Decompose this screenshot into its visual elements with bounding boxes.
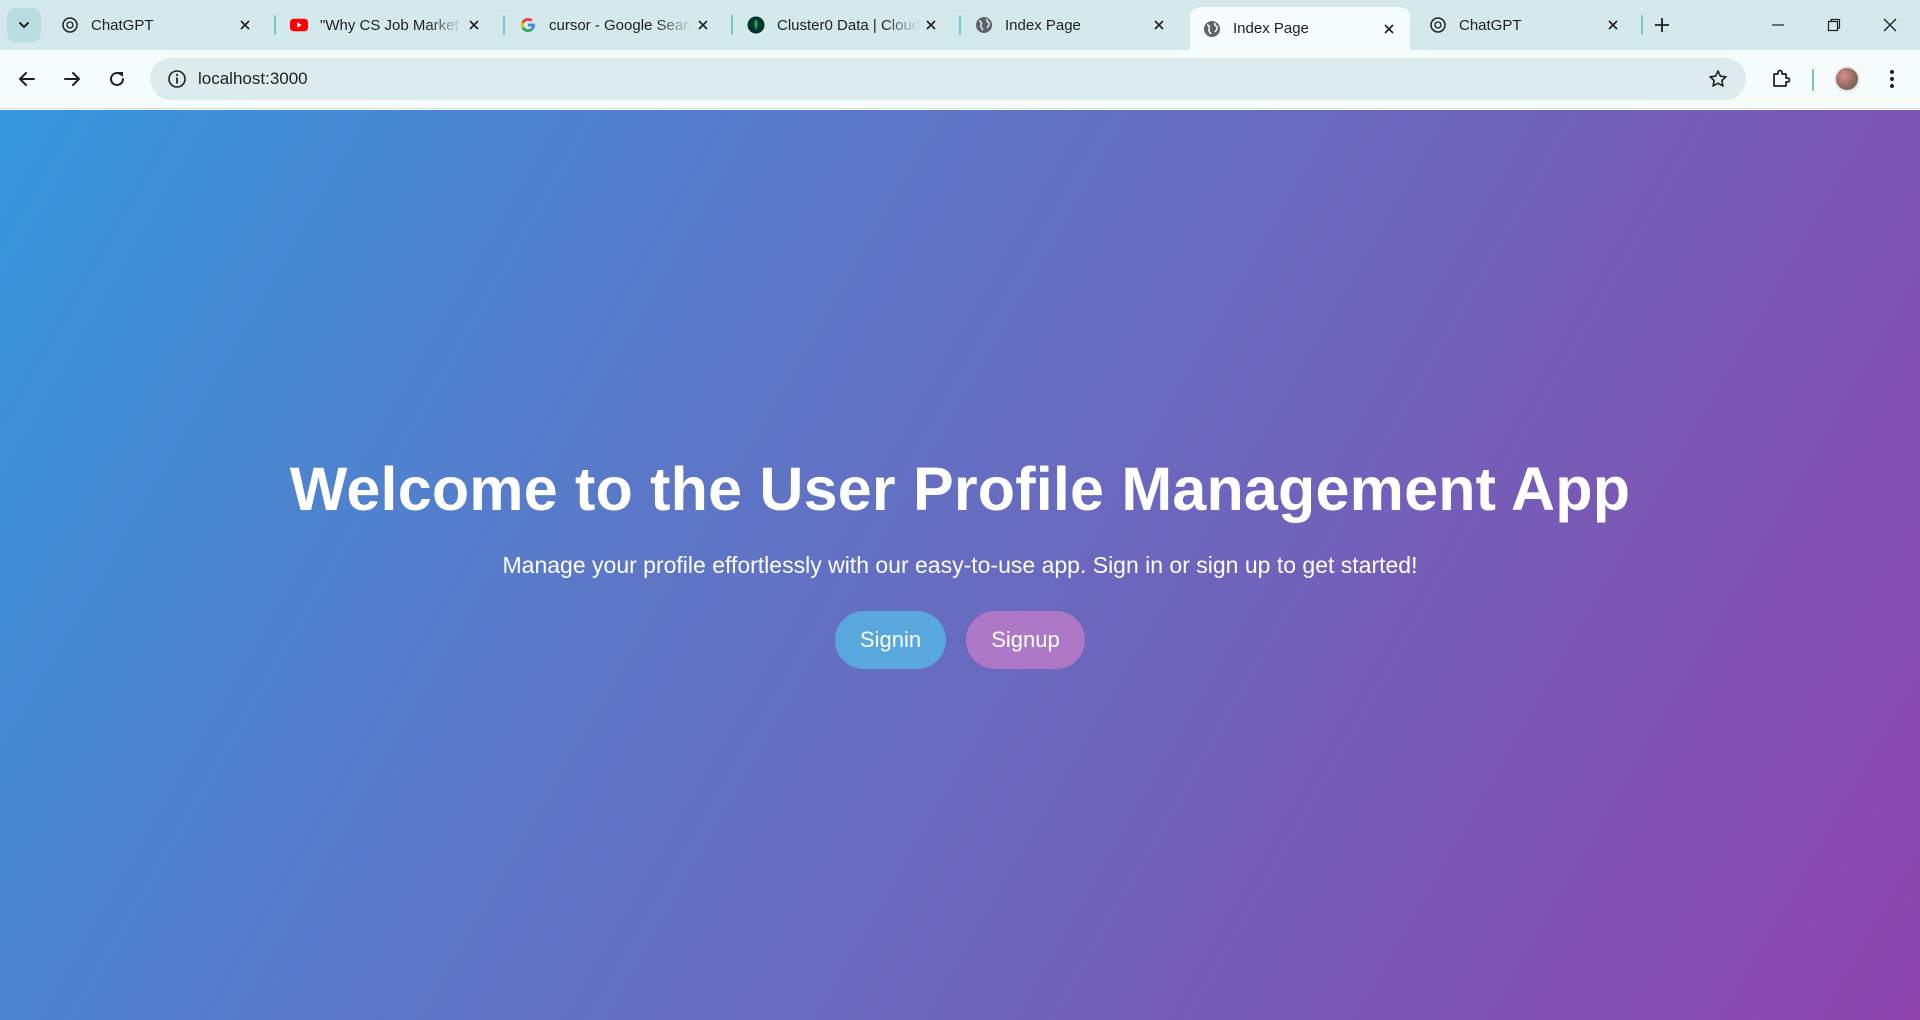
close-icon[interactable] bbox=[920, 14, 942, 36]
page-content: Welcome to the User Profile Management A… bbox=[0, 110, 1920, 1020]
address-bar[interactable]: localhost:3000 bbox=[150, 58, 1746, 100]
menu-button[interactable] bbox=[1874, 61, 1910, 97]
tab-chatgpt[interactable]: ChatGPT bbox=[48, 7, 266, 43]
signin-button[interactable]: Signin bbox=[835, 611, 946, 669]
tab-strip: ChatGPT "Why CS Job Market cursor - Goog… bbox=[0, 0, 1920, 50]
youtube-icon bbox=[290, 16, 308, 34]
toolbar-divider bbox=[1812, 69, 1814, 91]
page-subtitle: Manage your profile effortlessly with ou… bbox=[502, 552, 1418, 578]
tab-chatgpt-2[interactable]: ChatGPT bbox=[1416, 7, 1634, 43]
close-icon bbox=[1883, 18, 1897, 32]
tab-separator bbox=[731, 15, 733, 35]
tab-mongodb[interactable]: Cluster0 Data | Cloud bbox=[734, 7, 952, 43]
chatgpt-icon bbox=[1429, 16, 1447, 34]
auth-buttons: Signin Signup bbox=[835, 611, 1085, 669]
globe-icon bbox=[1203, 20, 1221, 38]
url-text: localhost:3000 bbox=[198, 69, 308, 88]
minimize-button[interactable] bbox=[1750, 0, 1806, 50]
tab-title: Index Page bbox=[1005, 16, 1081, 34]
forward-button[interactable] bbox=[54, 61, 90, 97]
avatar bbox=[1834, 66, 1860, 92]
tab-title: ChatGPT bbox=[91, 16, 154, 34]
new-tab-button[interactable] bbox=[1648, 11, 1676, 39]
page-title: Welcome to the User Profile Management A… bbox=[289, 455, 1631, 523]
signup-button[interactable]: Signup bbox=[966, 611, 1085, 669]
globe-icon bbox=[975, 16, 993, 34]
tab-title: Cluster0 Data | Cloud bbox=[777, 16, 920, 34]
reload-icon bbox=[110, 71, 124, 86]
browser-toolbar: localhost:3000 bbox=[0, 50, 1920, 109]
tab-separator bbox=[1641, 15, 1643, 35]
close-icon[interactable] bbox=[1602, 14, 1624, 36]
site-info-icon[interactable] bbox=[157, 69, 197, 89]
restore-button[interactable] bbox=[1806, 0, 1862, 50]
extensions-button[interactable] bbox=[1763, 61, 1799, 97]
close-icon[interactable] bbox=[1148, 14, 1170, 36]
profile-button[interactable] bbox=[1829, 61, 1865, 97]
chevron-down-icon bbox=[19, 22, 29, 28]
tab-youtube[interactable]: "Why CS Job Market bbox=[277, 7, 495, 43]
tab-index-page-active[interactable]: Index Page bbox=[1190, 7, 1410, 50]
tab-title: cursor - Google Searc bbox=[549, 16, 692, 34]
tab-title: ChatGPT bbox=[1459, 16, 1522, 34]
google-icon bbox=[519, 16, 537, 34]
close-window-button[interactable] bbox=[1862, 0, 1918, 50]
arrow-left-icon bbox=[19, 72, 35, 86]
plus-icon bbox=[1655, 18, 1669, 32]
minimize-icon bbox=[1772, 24, 1784, 26]
tab-index-page[interactable]: Index Page bbox=[962, 7, 1180, 43]
arrow-right-icon bbox=[64, 72, 80, 86]
tab-separator bbox=[959, 15, 961, 35]
reload-button[interactable] bbox=[99, 61, 135, 97]
close-icon[interactable] bbox=[692, 14, 714, 36]
tab-search-button[interactable] bbox=[7, 8, 41, 42]
tab-separator bbox=[503, 15, 505, 35]
mongodb-icon bbox=[747, 16, 765, 34]
chatgpt-icon bbox=[61, 16, 79, 34]
close-icon[interactable] bbox=[234, 14, 256, 36]
close-icon[interactable] bbox=[1378, 18, 1400, 40]
puzzle-icon bbox=[1773, 69, 1791, 87]
close-icon[interactable] bbox=[463, 14, 485, 36]
tab-separator bbox=[274, 15, 276, 35]
bookmark-star-icon[interactable] bbox=[1706, 67, 1730, 91]
restore-icon bbox=[1827, 18, 1841, 32]
more-vertical-icon bbox=[1890, 70, 1894, 88]
tab-google-search[interactable]: cursor - Google Searc bbox=[506, 7, 724, 43]
tab-title: "Why CS Job Market bbox=[320, 16, 459, 34]
back-button[interactable] bbox=[9, 61, 45, 97]
tab-title: Index Page bbox=[1233, 20, 1309, 37]
